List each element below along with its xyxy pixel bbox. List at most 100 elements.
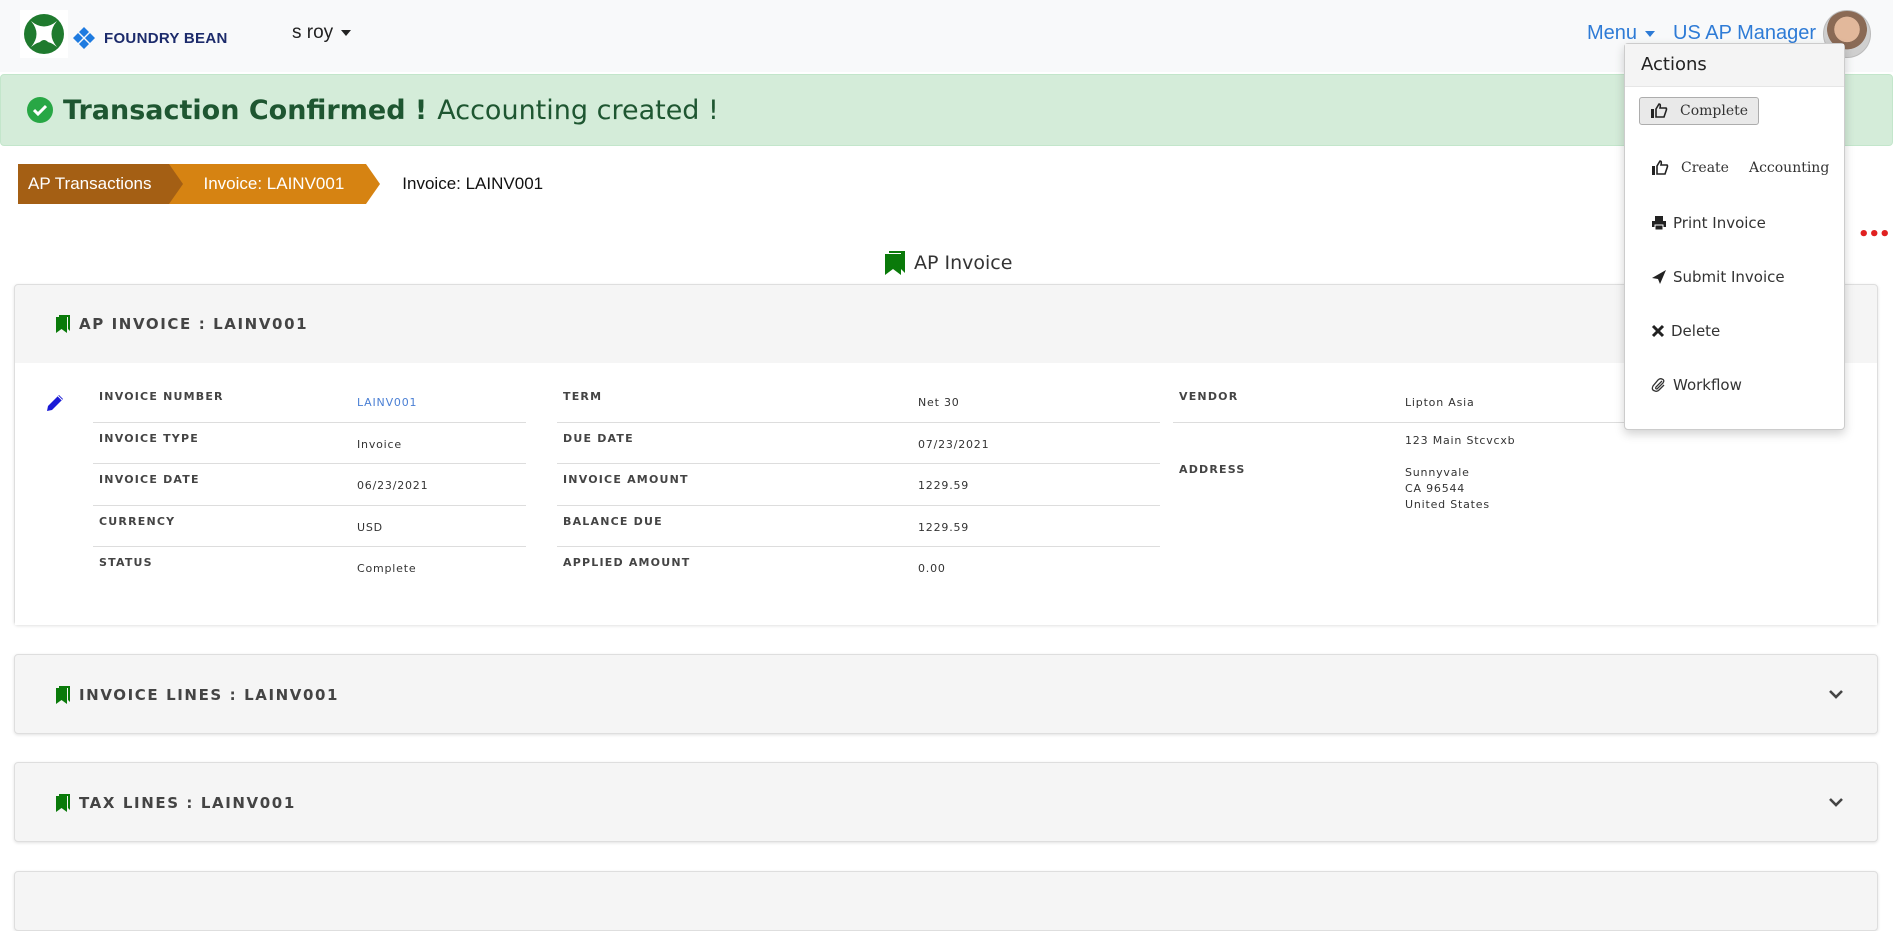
bookmark-icon	[885, 251, 905, 275]
field-value: 1229.59	[918, 479, 970, 492]
create-accounting-action[interactable]: Create Accounting	[1651, 160, 1829, 176]
role-link[interactable]: US AP Manager	[1673, 22, 1816, 45]
field-label: APPLIED AMOUNT	[563, 556, 691, 569]
field-row: INVOICE TYPE Invoice	[93, 423, 526, 464]
status-value: Complete	[357, 562, 417, 575]
xbox-logo[interactable]	[20, 10, 68, 58]
field-row: INVOICE NUMBER LAINV001	[93, 381, 526, 423]
action-label: Complete	[1680, 103, 1749, 119]
panel-title: INVOICE LINES : LAINV001	[79, 686, 340, 704]
delete-action[interactable]: Delete	[1651, 322, 1720, 340]
send-icon	[1652, 270, 1666, 284]
field-label: STATUS	[99, 556, 153, 569]
field-value: 07/23/2021	[918, 437, 990, 451]
field-row: VENDOR Lipton Asia	[1173, 381, 1673, 423]
breadcrumb: AP Transactions Invoice: LAINV001 Invoic…	[18, 164, 543, 204]
field-label: ADDRESS	[1179, 462, 1246, 476]
ap-invoice-panel: AP INVOICE : LAINV001 INVOICE NUMBER LAIN…	[14, 284, 1878, 625]
address-line: Sunnyvale	[1405, 465, 1470, 479]
panel-title: AP INVOICE : LAINV001	[79, 315, 309, 333]
vendor-value: Lipton Asia	[1405, 396, 1475, 409]
action-label: Create	[1681, 160, 1729, 176]
thumbs-up-icon	[1652, 160, 1669, 175]
action-label: Print Invoice	[1673, 214, 1766, 232]
bookmark-icon	[56, 686, 70, 704]
address-line: CA 96544	[1405, 481, 1466, 495]
invoice-lines-panel-header[interactable]: INVOICE LINES : LAINV001	[15, 655, 1877, 735]
field-row: BALANCE DUE 1229.59	[557, 506, 1160, 547]
bookmark-icon	[56, 794, 70, 812]
user-name: s roy	[292, 22, 334, 43]
field-value: Invoice	[357, 437, 402, 451]
workflow-action[interactable]: Workflow	[1651, 376, 1742, 394]
address-spacer	[1405, 449, 1515, 465]
field-label: TERM	[563, 390, 603, 403]
check-circle-icon	[27, 97, 53, 123]
address-line: 123 Main Stcvcxb	[1405, 433, 1516, 447]
additional-panel	[14, 871, 1878, 931]
submit-invoice-action[interactable]: Submit Invoice	[1651, 268, 1785, 286]
field-label: VENDOR	[1179, 390, 1239, 403]
ap-invoice-panel-body: INVOICE NUMBER LAINV001 INVOICE TYPE Invoi…	[15, 363, 1877, 625]
field-row: TERM Net 30	[557, 381, 1160, 423]
field-label: INVOICE DATE	[99, 473, 200, 486]
field-label: DUE DATE	[563, 431, 634, 445]
field-label: BALANCE DUE	[563, 514, 663, 528]
payment-details-column: TERM Net 30 DUE DATE 07/23/2021 INVOICE AM…	[557, 381, 1160, 589]
menu-dropdown[interactable]: Menu	[1587, 22, 1656, 45]
user-dropdown[interactable]: s roy	[292, 22, 352, 44]
bookmark-icon	[56, 315, 70, 333]
success-banner: Transaction Confirmed ! Accounting creat…	[0, 74, 1893, 146]
field-row: CURRENCY USD	[93, 506, 526, 547]
xbox-logo-icon	[24, 14, 64, 54]
page-title-text: AP Invoice	[914, 252, 1013, 274]
chevron-down-icon[interactable]	[1829, 689, 1843, 699]
banner-message: Accounting created !	[437, 94, 719, 126]
breadcrumb-current: Invoice: LAINV001	[402, 174, 544, 193]
breadcrumb-invoice[interactable]: Invoice: LAINV001	[169, 164, 381, 204]
paperclip-icon	[1651, 378, 1665, 392]
ap-invoice-panel-header: AP INVOICE : LAINV001	[15, 285, 1877, 363]
field-row: INVOICE DATE 06/23/2021	[93, 464, 526, 506]
pencil-edit-icon[interactable]	[45, 393, 65, 413]
close-icon	[1651, 324, 1665, 338]
thumbs-up-icon	[1651, 103, 1668, 118]
field-value: Net 30	[918, 396, 960, 409]
tax-lines-panel[interactable]: TAX LINES : LAINV001	[14, 762, 1878, 842]
panel-title: TAX LINES : LAINV001	[79, 794, 296, 812]
action-label: Accounting	[1748, 160, 1830, 176]
complete-action-button[interactable]: Complete	[1639, 97, 1760, 125]
field-label: INVOICE NUMBER	[99, 390, 224, 403]
caret-down-icon	[341, 29, 352, 36]
actions-dropdown-header: Actions	[1625, 44, 1844, 87]
field-value: USD	[357, 520, 383, 534]
action-label: Delete	[1671, 322, 1721, 340]
field-value: 0.00	[918, 562, 946, 575]
field-row: INVOICE AMOUNT 1229.59	[557, 464, 1160, 506]
top-navbar: FOUNDRY BEAN s roy Menu US AP Manager	[0, 0, 1893, 72]
vendor-details-column: VENDOR Lipton Asia ADDRESS 123 Main Stcvc…	[1173, 381, 1673, 513]
invoice-lines-panel[interactable]: INVOICE LINES : LAINV001	[14, 654, 1878, 734]
chevron-down-icon[interactable]	[1829, 797, 1843, 807]
actions-dropdown: Actions Complete Create Accounting Print…	[1624, 43, 1845, 430]
action-label: Submit Invoice	[1673, 268, 1785, 286]
print-invoice-action[interactable]: Print Invoice	[1651, 214, 1766, 232]
breadcrumb-ap-transactions[interactable]: AP Transactions	[18, 164, 185, 204]
address-value: 123 Main Stcvcxb Sunnyvale CA 96544 Unit…	[1405, 433, 1515, 513]
field-label: CURRENCY	[99, 514, 176, 528]
brand[interactable]: FOUNDRY BEAN	[72, 26, 228, 50]
field-row: APPLIED AMOUNT 0.00	[557, 547, 1160, 589]
tax-lines-panel-header[interactable]: TAX LINES : LAINV001	[15, 763, 1877, 843]
banner-title: Transaction Confirmed !	[63, 94, 428, 126]
menu-label: Menu	[1587, 22, 1638, 44]
field-label: INVOICE TYPE	[99, 431, 199, 445]
field-value: 1229.59	[918, 520, 970, 534]
more-options-button[interactable]: •••	[1858, 224, 1891, 245]
page-title: AP Invoice	[884, 250, 1012, 276]
address-line: United States	[1405, 497, 1490, 511]
field-row: DUE DATE 07/23/2021	[557, 423, 1160, 464]
invoice-number-link[interactable]: LAINV001	[357, 396, 417, 409]
invoice-details-column: INVOICE NUMBER LAINV001 INVOICE TYPE Invoi…	[93, 381, 526, 589]
field-row: ADDRESS 123 Main Stcvcxb Sunnyvale CA 96…	[1173, 423, 1673, 513]
caret-down-icon	[1645, 30, 1656, 37]
